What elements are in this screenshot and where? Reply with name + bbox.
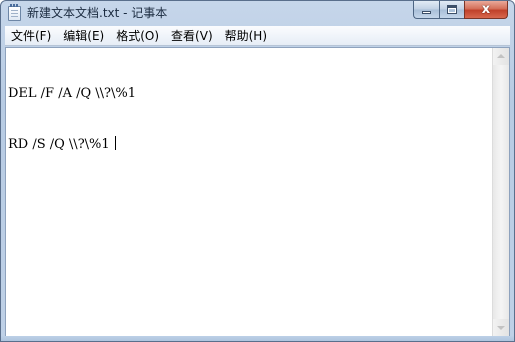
scroll-up-arrow-icon (497, 54, 505, 58)
text-caret (114, 136, 116, 150)
vertical-scrollbar[interactable] (492, 48, 509, 336)
text-line-1: DEL /F /A /Q \\?\%1 (8, 86, 137, 101)
menu-help[interactable]: 帮助(H) (219, 27, 273, 45)
close-button[interactable]: x (464, 1, 508, 19)
text-editor[interactable]: DEL /F /A /Q \\?\%1 RD /S /Q \\?\%1 (5, 47, 510, 337)
window-bottom-border (1, 336, 514, 341)
menu-view[interactable]: 查看(V) (165, 27, 219, 45)
close-icon: x (481, 2, 491, 17)
caption-buttons: x (413, 1, 508, 20)
minimize-icon (422, 11, 431, 14)
notepad-icon[interactable] (8, 4, 21, 21)
menu-format[interactable]: 格式(O) (110, 27, 165, 45)
window-title: 新建文本文档.txt - 记事本 (27, 6, 168, 20)
maximize-button[interactable] (439, 1, 464, 19)
minimize-button[interactable] (413, 1, 439, 19)
menu-edit[interactable]: 编辑(E) (57, 27, 110, 45)
editor-text[interactable]: DEL /F /A /Q \\?\%1 RD /S /Q \\?\%1 (8, 51, 491, 187)
text-line-2-content: RD /S /Q \\?\%1 (8, 137, 114, 152)
text-line-2: RD /S /Q \\?\%1 (8, 136, 491, 153)
maximize-icon (447, 5, 457, 14)
title-bar[interactable]: 新建文本文档.txt - 记事本 x (1, 1, 514, 26)
menu-bar: 文件(F) 编辑(E) 格式(O) 查看(V) 帮助(H) (5, 26, 510, 46)
menu-file[interactable]: 文件(F) (5, 27, 57, 45)
notepad-window: 新建文本文档.txt - 记事本 x 文件(F) 编辑(E) 格式(O) 查看(… (0, 0, 515, 342)
scroll-down-button[interactable] (493, 319, 509, 336)
scroll-up-button[interactable] (493, 48, 509, 65)
scroll-down-arrow-icon (497, 326, 505, 330)
